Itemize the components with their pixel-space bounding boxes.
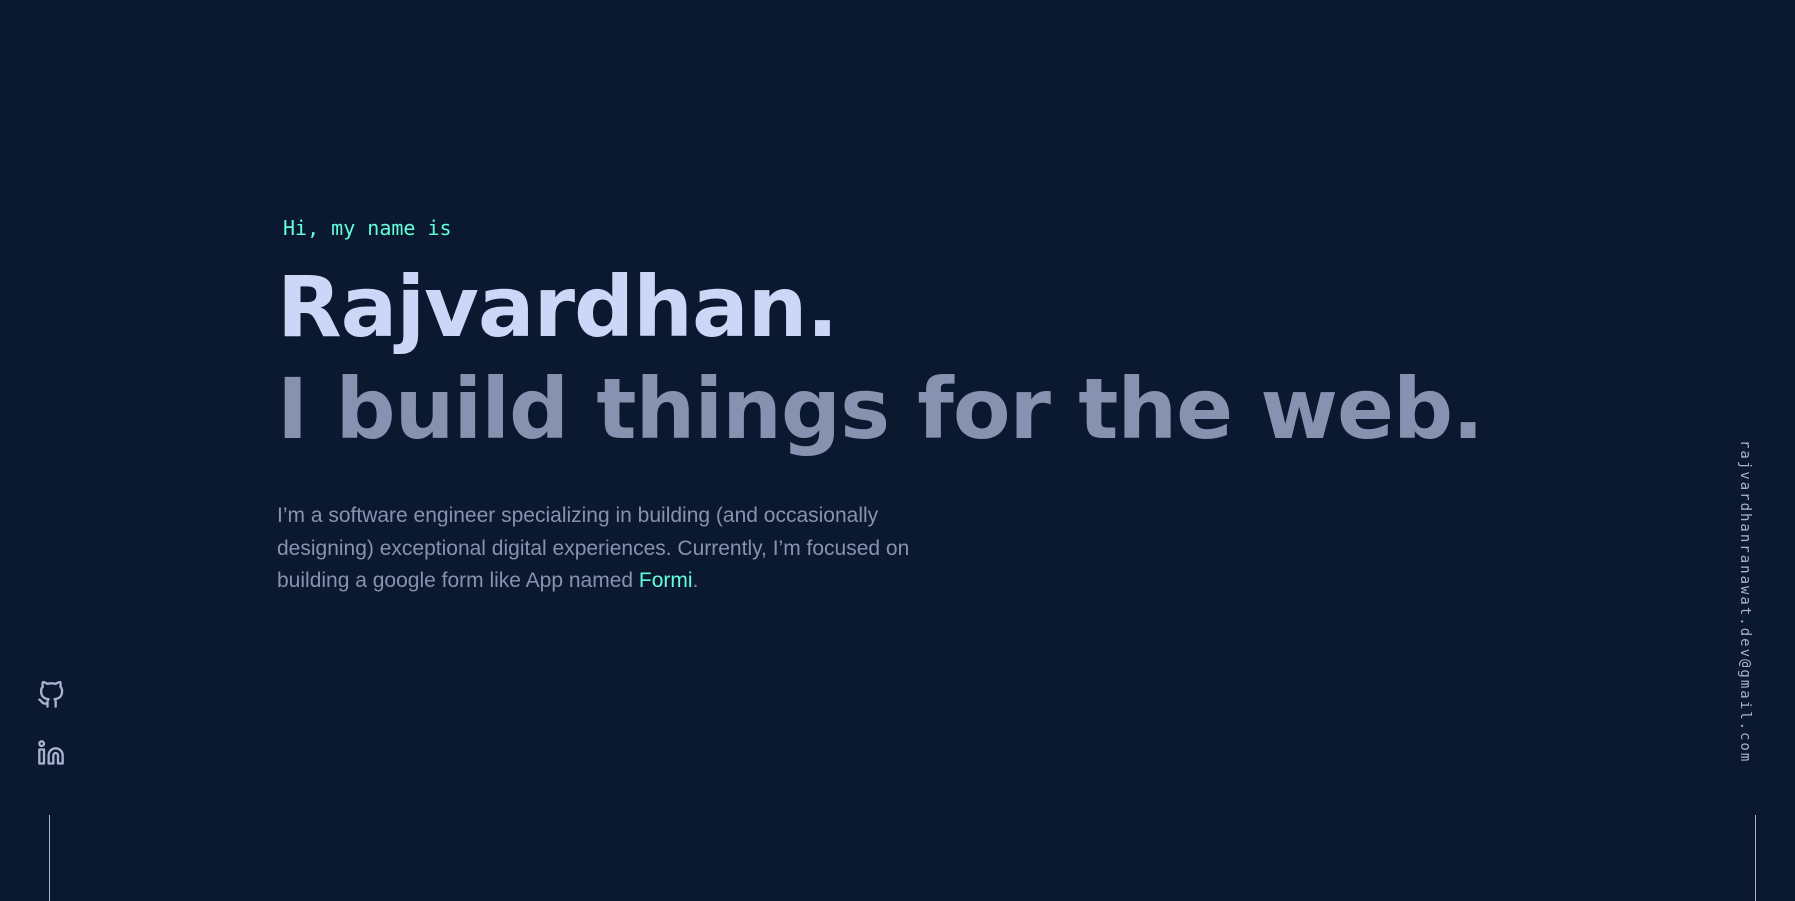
email-sidebar: rajvardhanranawat.dev@gmail.com	[1695, 440, 1795, 763]
hero-intro-text: I’m a software engineer specializing in …	[277, 504, 910, 592]
hero-name: Rajvardhan.	[277, 258, 838, 356]
linkedin-icon	[38, 740, 64, 765]
right-divider-line	[1755, 815, 1756, 901]
hero-intro-end: .	[692, 569, 699, 592]
email-link[interactable]: rajvardhanranawat.dev@gmail.com	[1736, 440, 1754, 763]
github-link[interactable]	[37, 680, 65, 709]
github-icon	[38, 680, 64, 708]
left-divider-line	[49, 815, 50, 901]
formi-link[interactable]: Formi	[639, 569, 693, 592]
linkedin-link[interactable]	[37, 739, 65, 767]
hero-greeting: Hi, my name is	[283, 216, 452, 240]
social-links	[34, 680, 68, 797]
hero-intro: I’m a software engineer specializing in …	[277, 500, 957, 598]
hero-tagline: I build things for the web.	[277, 360, 1484, 458]
hero-section: Hi, my name is Rajvardhan. I build thing…	[277, 200, 1484, 598]
